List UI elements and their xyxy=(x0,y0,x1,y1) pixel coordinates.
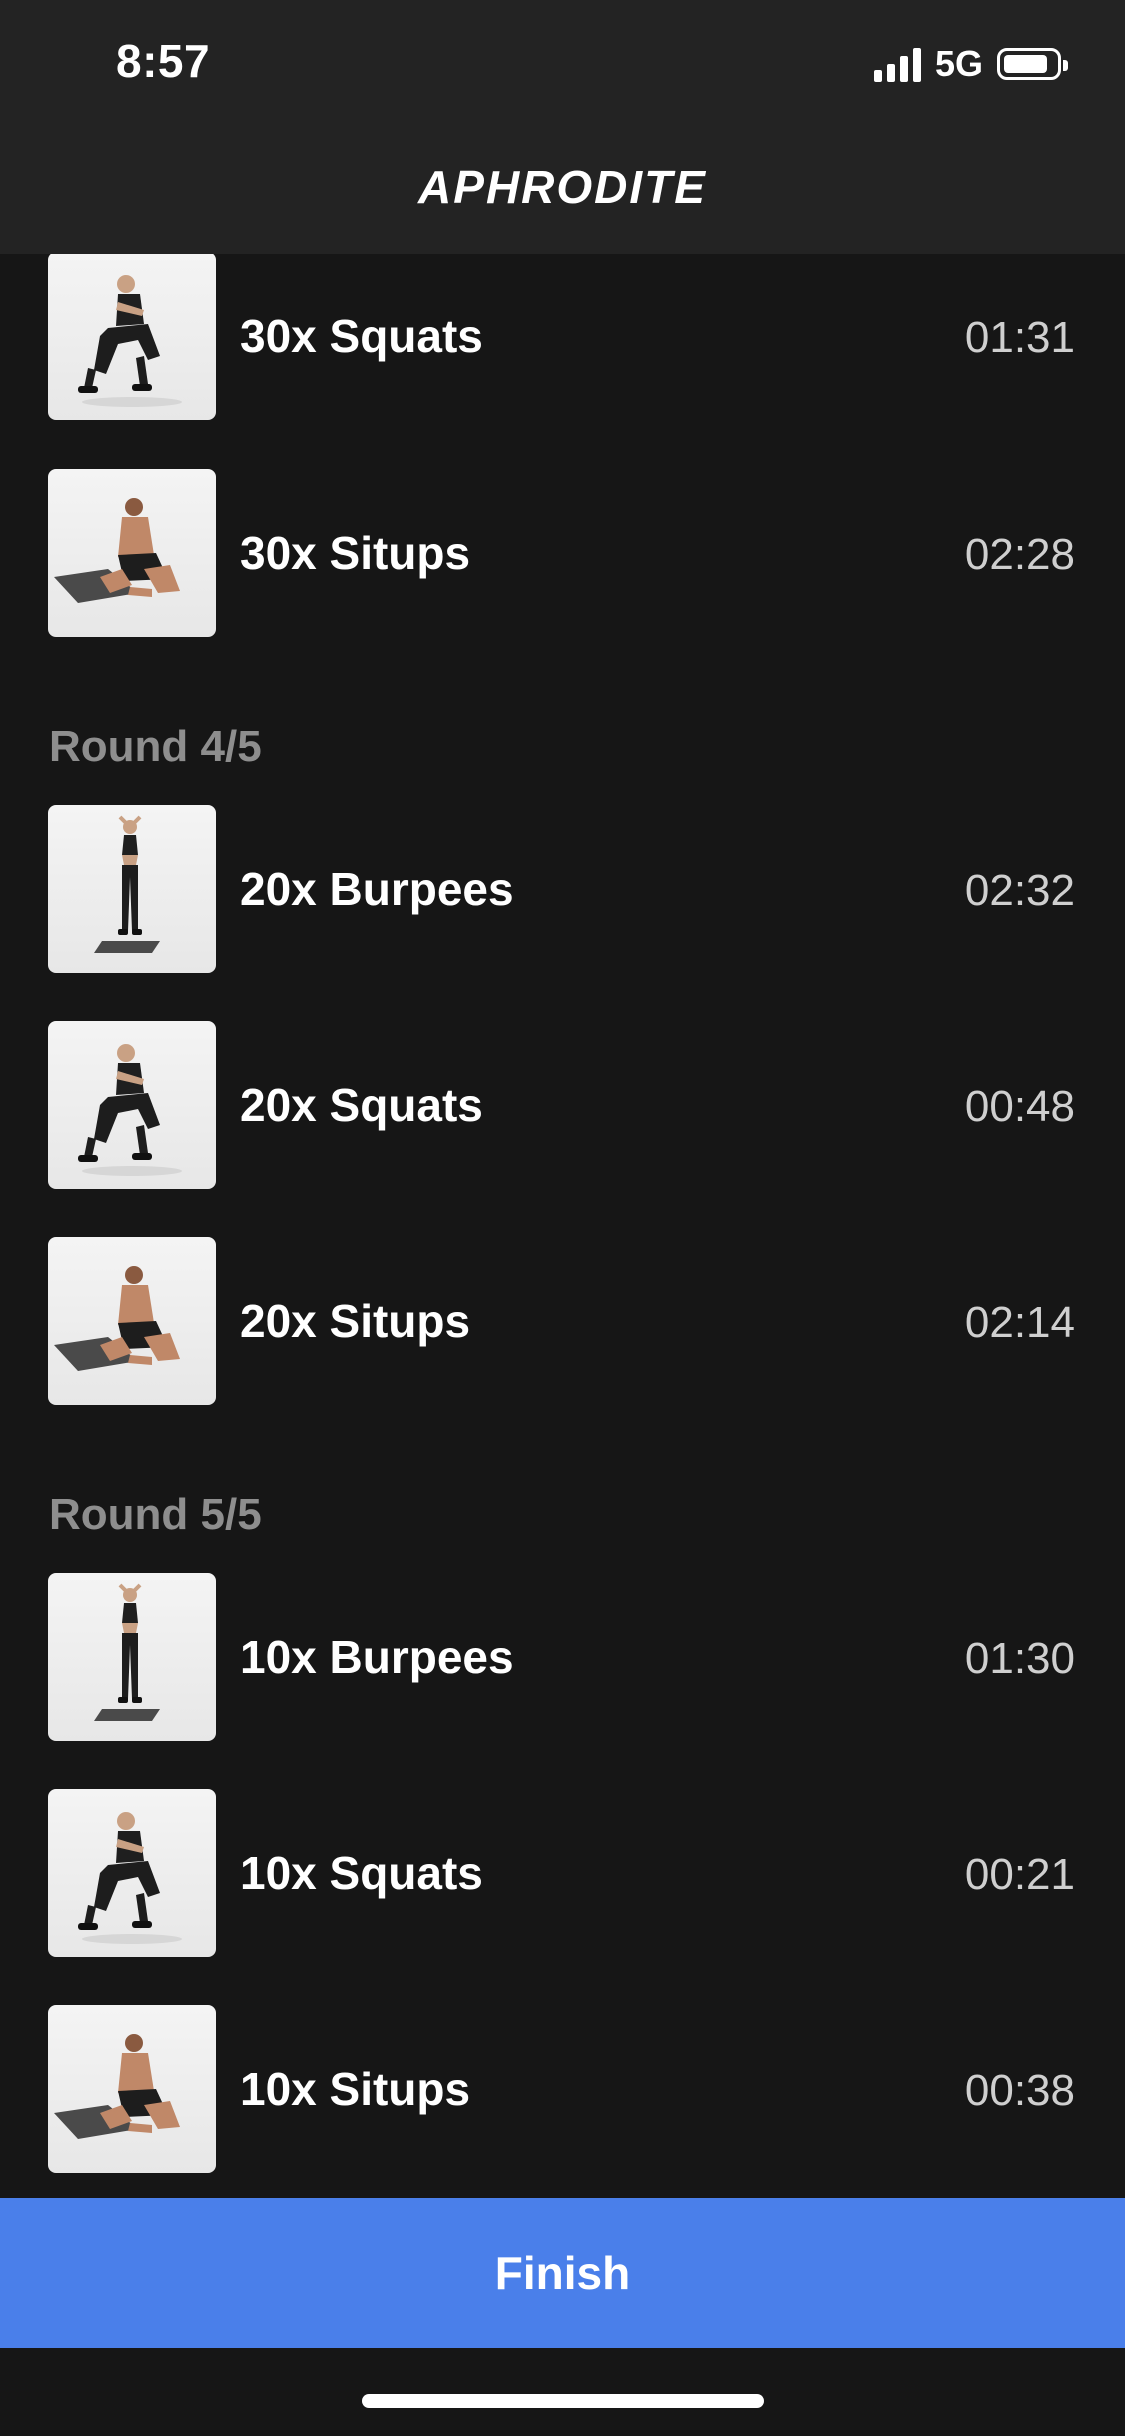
exercise-thumbnail xyxy=(48,252,216,420)
exercise-name: 30x Squats xyxy=(240,310,483,362)
exercise-row[interactable]: 20x Burpees 02:32 xyxy=(0,805,1125,973)
page-title: APHRODITE xyxy=(418,161,707,213)
exercise-thumbnail xyxy=(48,1237,216,1405)
exercise-name: 10x Burpees xyxy=(240,1631,514,1683)
status-indicators: 5G xyxy=(873,42,1068,86)
exercise-thumbnail xyxy=(48,1573,216,1741)
exercise-thumbnail xyxy=(48,2005,216,2173)
exercise-name: 10x Situps xyxy=(240,2063,471,2115)
exercise-name: 20x Burpees xyxy=(240,863,514,915)
status-time: 8:57 xyxy=(116,35,211,87)
exercise-row[interactable]: 10x Situps 00:38 xyxy=(0,2005,1125,2173)
exercise-time: 00:21 xyxy=(964,1850,1075,1899)
battery-cap xyxy=(1063,60,1068,71)
exercise-time: 02:28 xyxy=(964,530,1075,579)
round-heading: Round 4/5 xyxy=(49,722,262,771)
exercise-time: 00:48 xyxy=(964,1082,1075,1131)
round-heading: Round 5/5 xyxy=(49,1490,262,1539)
finish-button[interactable]: Finish xyxy=(0,2198,1125,2348)
exercise-time: 01:31 xyxy=(964,313,1075,362)
exercise-name: 30x Situps xyxy=(240,527,471,579)
exercise-thumbnail xyxy=(48,469,216,637)
exercise-row[interactable]: 10x Squats 00:21 xyxy=(0,1789,1125,1957)
home-indicator[interactable] xyxy=(362,2394,764,2408)
exercise-thumbnail xyxy=(48,1021,216,1189)
exercise-time: 01:30 xyxy=(964,1634,1075,1683)
exercise-row[interactable]: 30x Squats 01:31 xyxy=(0,252,1125,420)
exercise-time: 00:38 xyxy=(964,2066,1075,2115)
exercise-time: 02:32 xyxy=(964,866,1075,915)
battery-icon xyxy=(997,48,1068,80)
signal-icon xyxy=(873,46,921,82)
exercise-thumbnail xyxy=(48,1789,216,1957)
exercise-row[interactable]: 30x Situps 02:28 xyxy=(0,469,1125,637)
exercise-thumbnail xyxy=(48,805,216,973)
top-bar: 8:57 5G APHRODITE xyxy=(0,0,1125,254)
exercise-row[interactable]: 20x Situps 02:14 xyxy=(0,1237,1125,1405)
exercise-name: 20x Situps xyxy=(240,1295,471,1347)
exercise-row[interactable]: 20x Squats 00:48 xyxy=(0,1021,1125,1189)
exercise-name: 10x Squats xyxy=(240,1847,483,1899)
exercise-time: 02:14 xyxy=(964,1298,1075,1347)
workout-list[interactable]: 30x Squats 01:31 30x Situps 02:28 Round … xyxy=(0,0,1125,2200)
battery-fill xyxy=(1004,55,1047,73)
exercise-name: 20x Squats xyxy=(240,1079,483,1131)
network-label: 5G xyxy=(934,43,983,84)
exercise-row[interactable]: 10x Burpees 01:30 xyxy=(0,1573,1125,1741)
